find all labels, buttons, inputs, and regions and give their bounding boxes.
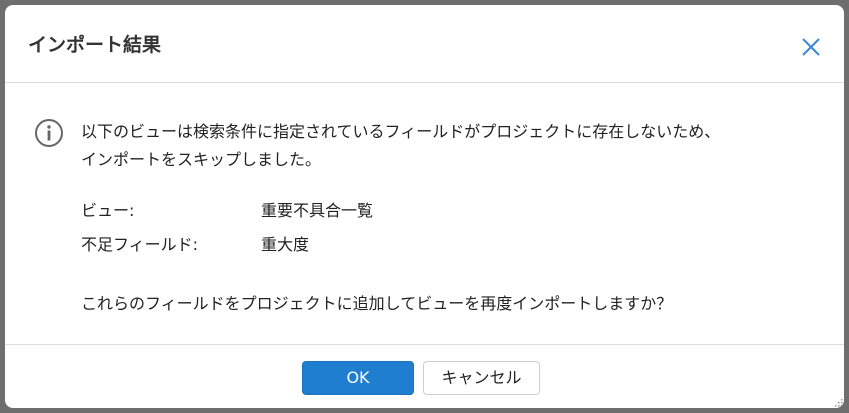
dialog-footer: OK キャンセル (5, 344, 844, 408)
detail-label: 不足フィールド: (81, 235, 199, 254)
info-circle-icon (35, 119, 63, 147)
detail-label: ビュー: (81, 201, 135, 220)
message-line-2: インポートをスキップしました。 (81, 150, 322, 169)
dialog-title: インポート結果 (28, 34, 162, 56)
close-icon[interactable] (799, 35, 823, 59)
detail-row-view: ビュー: 重要不具合一覧 (81, 199, 373, 223)
confirm-question: これらのフィールドをプロジェクトに追加してビューを再度インポートしますか？ (81, 294, 673, 313)
detail-value: 重要不具合一覧 (261, 201, 374, 220)
message-text: 以下のビューは検索条件に指定されているフィールドがプロジェクトに存在しないため、… (81, 118, 821, 174)
detail-row-missing-field: 不足フィールド: 重大度 (81, 233, 309, 257)
detail-value: 重大度 (261, 235, 310, 254)
dialog-body: 以下のビューは検索条件に指定されているフィールドがプロジェクトに存在しないため、… (5, 83, 844, 344)
resize-grip-icon[interactable] (833, 397, 843, 407)
dialog-header: インポート結果 (5, 5, 844, 83)
message-line-1: 以下のビューは検索条件に指定されているフィールドがプロジェクトに存在しないため、 (81, 122, 721, 141)
cancel-button[interactable]: キャンセル (423, 361, 540, 395)
import-result-dialog: インポート結果 以下のビューは検索条件に指定されているフィールドがプロジェクトに… (5, 5, 844, 408)
ok-button[interactable]: OK (302, 361, 414, 395)
